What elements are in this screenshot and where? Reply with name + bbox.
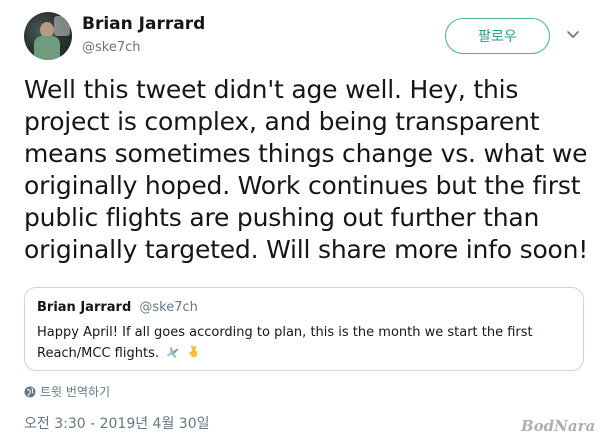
airplane-icon [167, 346, 179, 359]
crossed-fingers-icon [189, 345, 198, 358]
translate-tweet-link[interactable]: 트윗 번역하기 [24, 383, 110, 400]
quoted-author-name: Brian Jarrard [37, 300, 132, 315]
quoted-author-handle: @ske7ch [139, 300, 198, 315]
avatar-light [54, 16, 70, 36]
avatar-shirt [34, 36, 60, 60]
watermark-logo: BodNara [520, 417, 595, 435]
chevron-down-icon[interactable] [566, 30, 580, 40]
quoted-tweet-header: Brian Jarrard @ske7ch [37, 300, 198, 315]
tweet-timestamp[interactable]: 오전 3:30 - 2019년 4월 30일 [24, 413, 210, 433]
follow-button[interactable]: 팔로우 [445, 18, 550, 54]
svg-text:BodNara: BodNara [520, 417, 595, 435]
quoted-tweet-text: Happy April! If all goes according to pl… [37, 325, 533, 361]
quoted-tweet[interactable]: Brian Jarrard @ske7ch Happy April! If al… [24, 287, 584, 371]
tweet-text: Well this tweet didn't age well. Hey, th… [24, 75, 589, 264]
author-avatar[interactable] [24, 12, 72, 60]
quoted-tweet-body: Happy April! If all goes according to pl… [37, 322, 557, 364]
translate-label[interactable]: 트윗 번역하기 [40, 383, 110, 400]
author-name[interactable]: Brian Jarrard [82, 14, 205, 34]
author-handle[interactable]: @ske7ch [82, 40, 141, 55]
globe-icon [24, 386, 36, 397]
